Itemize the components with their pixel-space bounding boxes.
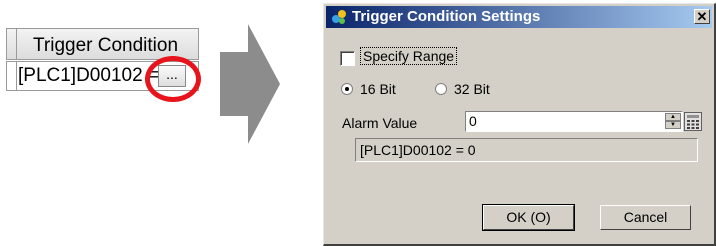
spin-down-icon[interactable]: ▼ [665,121,681,129]
settings-app-icon [332,10,346,24]
radio-16bit-label[interactable]: 16 Bit [360,81,396,97]
alarm-value-input[interactable]: 0 [465,111,683,132]
table-header-label: Trigger Condition [33,35,179,56]
radio-selected-dot [345,87,349,91]
condition-preview: [PLC1]D00102 = 0 [355,138,698,162]
radio-32bit[interactable] [435,83,447,95]
specify-range-label[interactable]: Specify Range [359,47,458,65]
close-button[interactable]: ✕ [694,9,710,24]
radio-32bit-label[interactable]: 32 Bit [454,81,490,97]
highlight-circle [145,56,201,102]
dialog-title: Trigger Condition Settings [352,8,541,25]
cancel-button[interactable]: Cancel [600,205,691,230]
column-separator [16,29,17,59]
title-bar[interactable]: Trigger Condition Settings ✕ [326,6,712,28]
keypad-icon[interactable] [684,112,702,131]
column-separator [16,62,17,90]
specify-range-checkbox[interactable] [340,51,355,66]
spin-up-icon[interactable]: ▲ [665,113,681,121]
cell-value: [PLC1]D00102 = [18,65,160,86]
radio-16bit[interactable] [341,83,353,95]
alarm-value-spinner[interactable]: ▲ ▼ [665,113,681,130]
right-arrow-icon [220,24,280,144]
ok-button[interactable]: OK (O) [482,204,575,231]
trigger-condition-dialog: Trigger Condition Settings ✕ Specify Ran… [323,3,716,246]
alarm-value-label: Alarm Value [342,115,418,131]
